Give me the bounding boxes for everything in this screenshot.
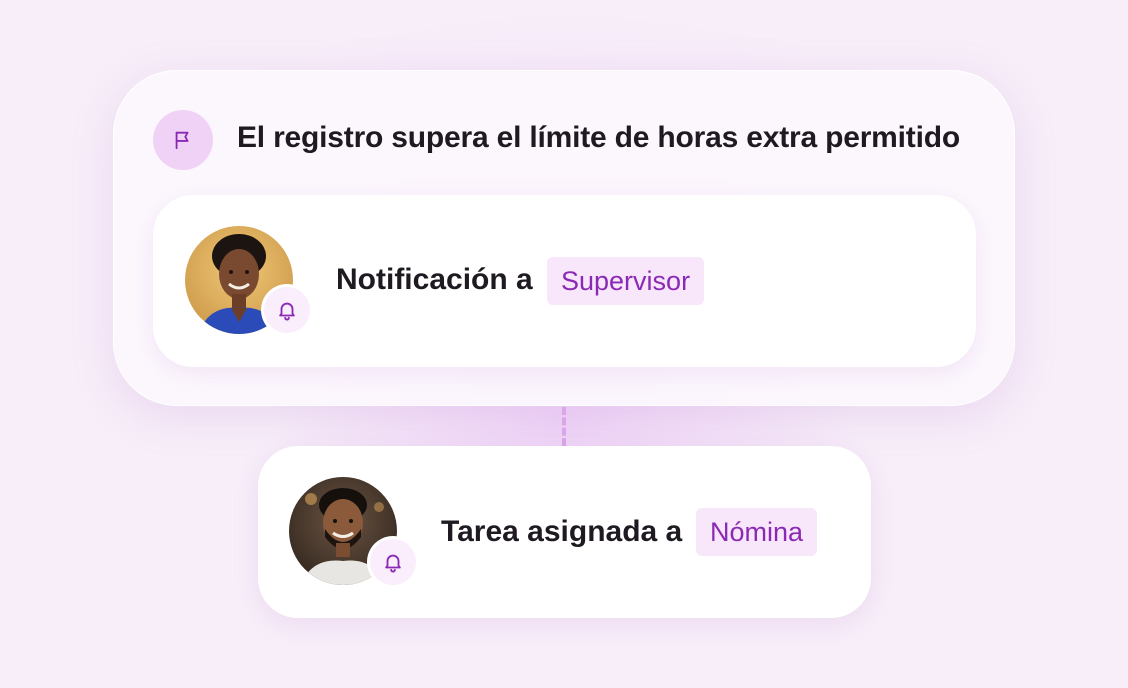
rule-icon-badge bbox=[153, 110, 213, 170]
flow-connector bbox=[562, 407, 566, 446]
flag-icon bbox=[175, 131, 189, 150]
task-action-text: Tarea asignada a bbox=[441, 515, 683, 548]
rule-title: El registro supera el límite de horas ex… bbox=[237, 121, 960, 154]
task-badge bbox=[370, 539, 416, 585]
notification-badge bbox=[264, 287, 310, 333]
bell-icon bbox=[279, 302, 295, 321]
recipient-tag-payroll[interactable]: Nómina bbox=[696, 508, 818, 556]
notification-action-text: Notificación a bbox=[336, 263, 533, 296]
bell-icon bbox=[385, 554, 401, 573]
recipient-tag-supervisor[interactable]: Supervisor bbox=[547, 257, 705, 305]
